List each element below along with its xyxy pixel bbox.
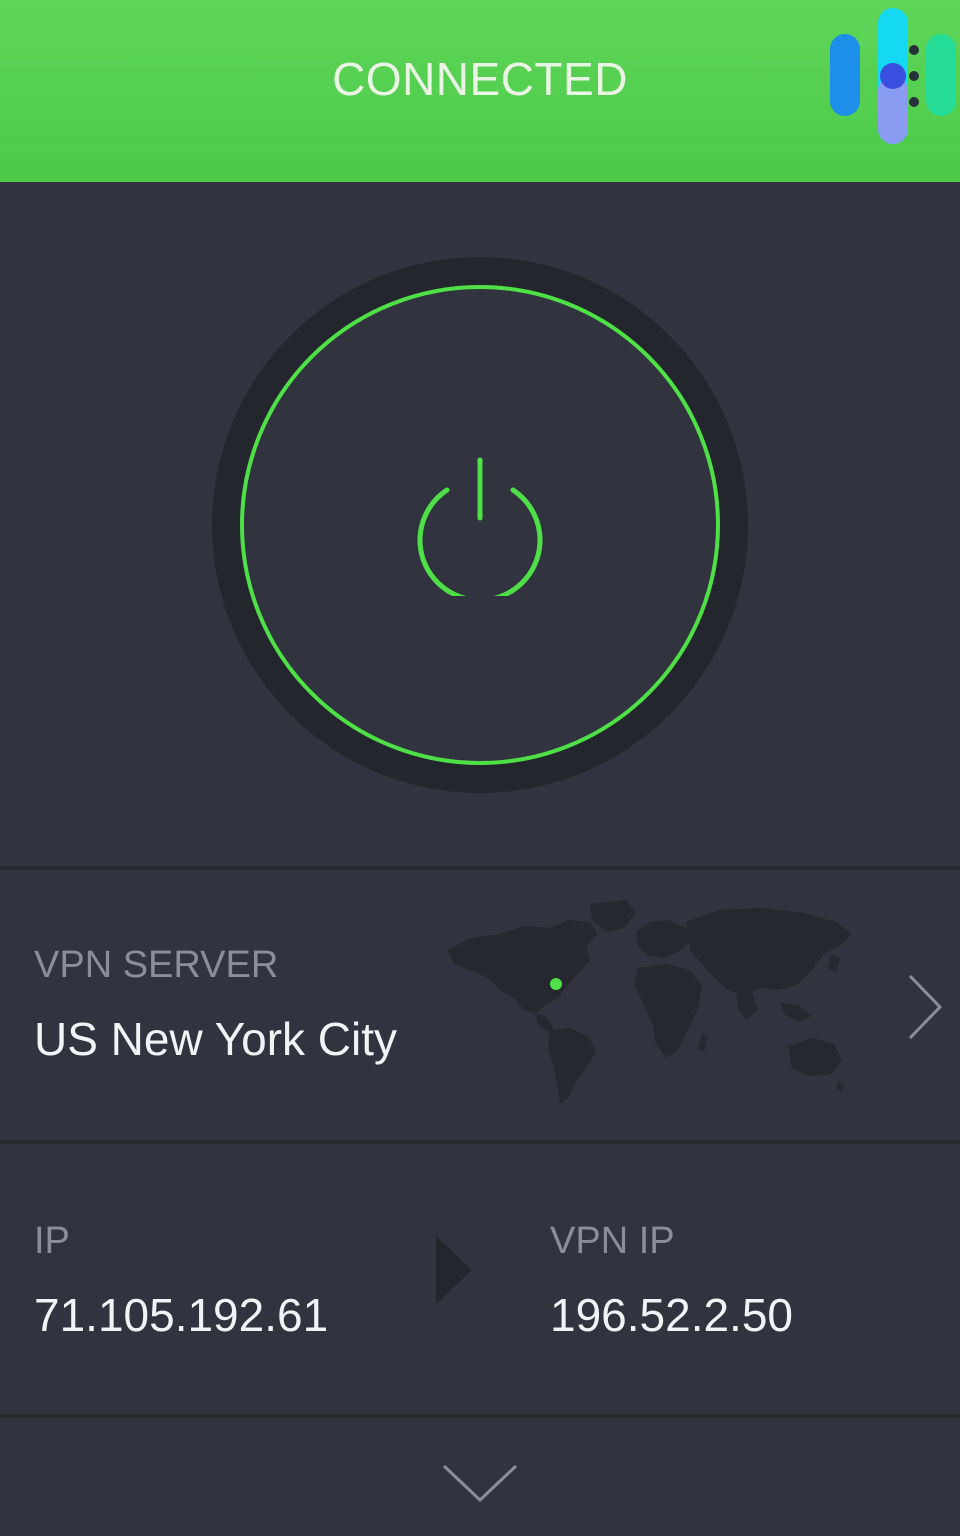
chevron-down-icon[interactable] xyxy=(440,1460,520,1506)
ip-value: 71.105.192.61 xyxy=(34,1289,329,1341)
power-icon xyxy=(417,457,543,596)
vpn-server-value: US New York City xyxy=(34,1013,398,1065)
bars-logo-icon xyxy=(830,8,956,144)
connection-status: CONNECTED xyxy=(332,53,628,105)
world-map-icon xyxy=(448,900,852,1104)
vpn-server-selector[interactable]: VPN SERVER US New York City xyxy=(0,872,960,1140)
arrow-right-icon xyxy=(436,1236,472,1304)
vpn-server-label: VPN SERVER xyxy=(34,944,279,986)
expand-row xyxy=(0,1418,960,1536)
ip-label: IP xyxy=(34,1220,70,1262)
vpn-ip-value: 196.52.2.50 xyxy=(550,1289,794,1341)
vpn-ip-label: VPN IP xyxy=(550,1220,675,1262)
ip-info-row: IP 71.105.192.61 VPN IP 196.52.2.50 xyxy=(0,1144,960,1414)
chevron-right-icon[interactable] xyxy=(904,972,946,1042)
divider xyxy=(0,866,960,870)
status-header: CONNECTED xyxy=(0,0,960,182)
vpn-app-window: CONNECTED VPN SERVER US New York City IP… xyxy=(0,0,960,1536)
